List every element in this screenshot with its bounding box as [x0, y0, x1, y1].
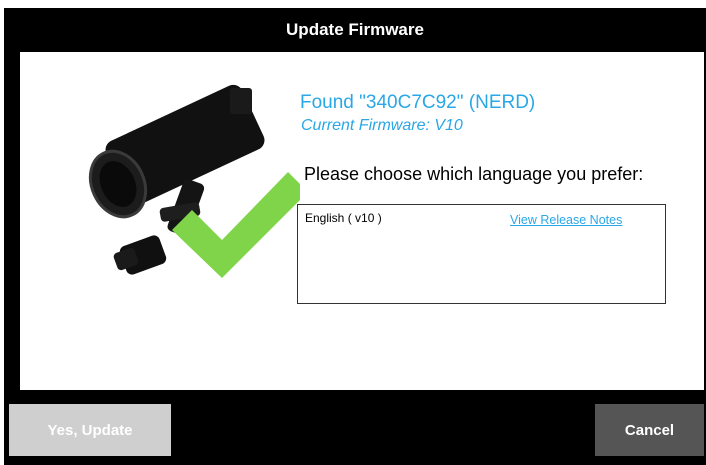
- cancel-label: Cancel: [624, 421, 675, 439]
- yes-update-label: Yes, Update: [47, 421, 133, 439]
- firmware-dialog: Update Firmware Found "340C7C92" (NERD) …: [4, 8, 706, 465]
- yes-update-button[interactable]: Yes, Update: [9, 404, 171, 456]
- language-option-label: English ( v10 ): [305, 211, 382, 225]
- language-prompt: Please choose which language you prefer:: [304, 164, 644, 184]
- dialog-content: Found "340C7C92" (NERD) Current Firmware…: [20, 52, 704, 390]
- current-firmware-text: Current Firmware: V10: [301, 117, 463, 134]
- list-item-english[interactable]: English ( v10 ) View Release Notes: [298, 205, 665, 229]
- camera-with-checkmark-icon: [88, 84, 300, 278]
- dialog-title-bar: Update Firmware: [4, 8, 706, 52]
- dialog-title: Update Firmware: [286, 20, 424, 39]
- language-list[interactable]: English ( v10 ) View Release Notes: [297, 204, 666, 304]
- device-found-text: Found "340C7C92" (NERD): [300, 92, 536, 113]
- cancel-button[interactable]: Cancel: [595, 404, 704, 456]
- view-release-notes-link[interactable]: View Release Notes: [510, 213, 622, 227]
